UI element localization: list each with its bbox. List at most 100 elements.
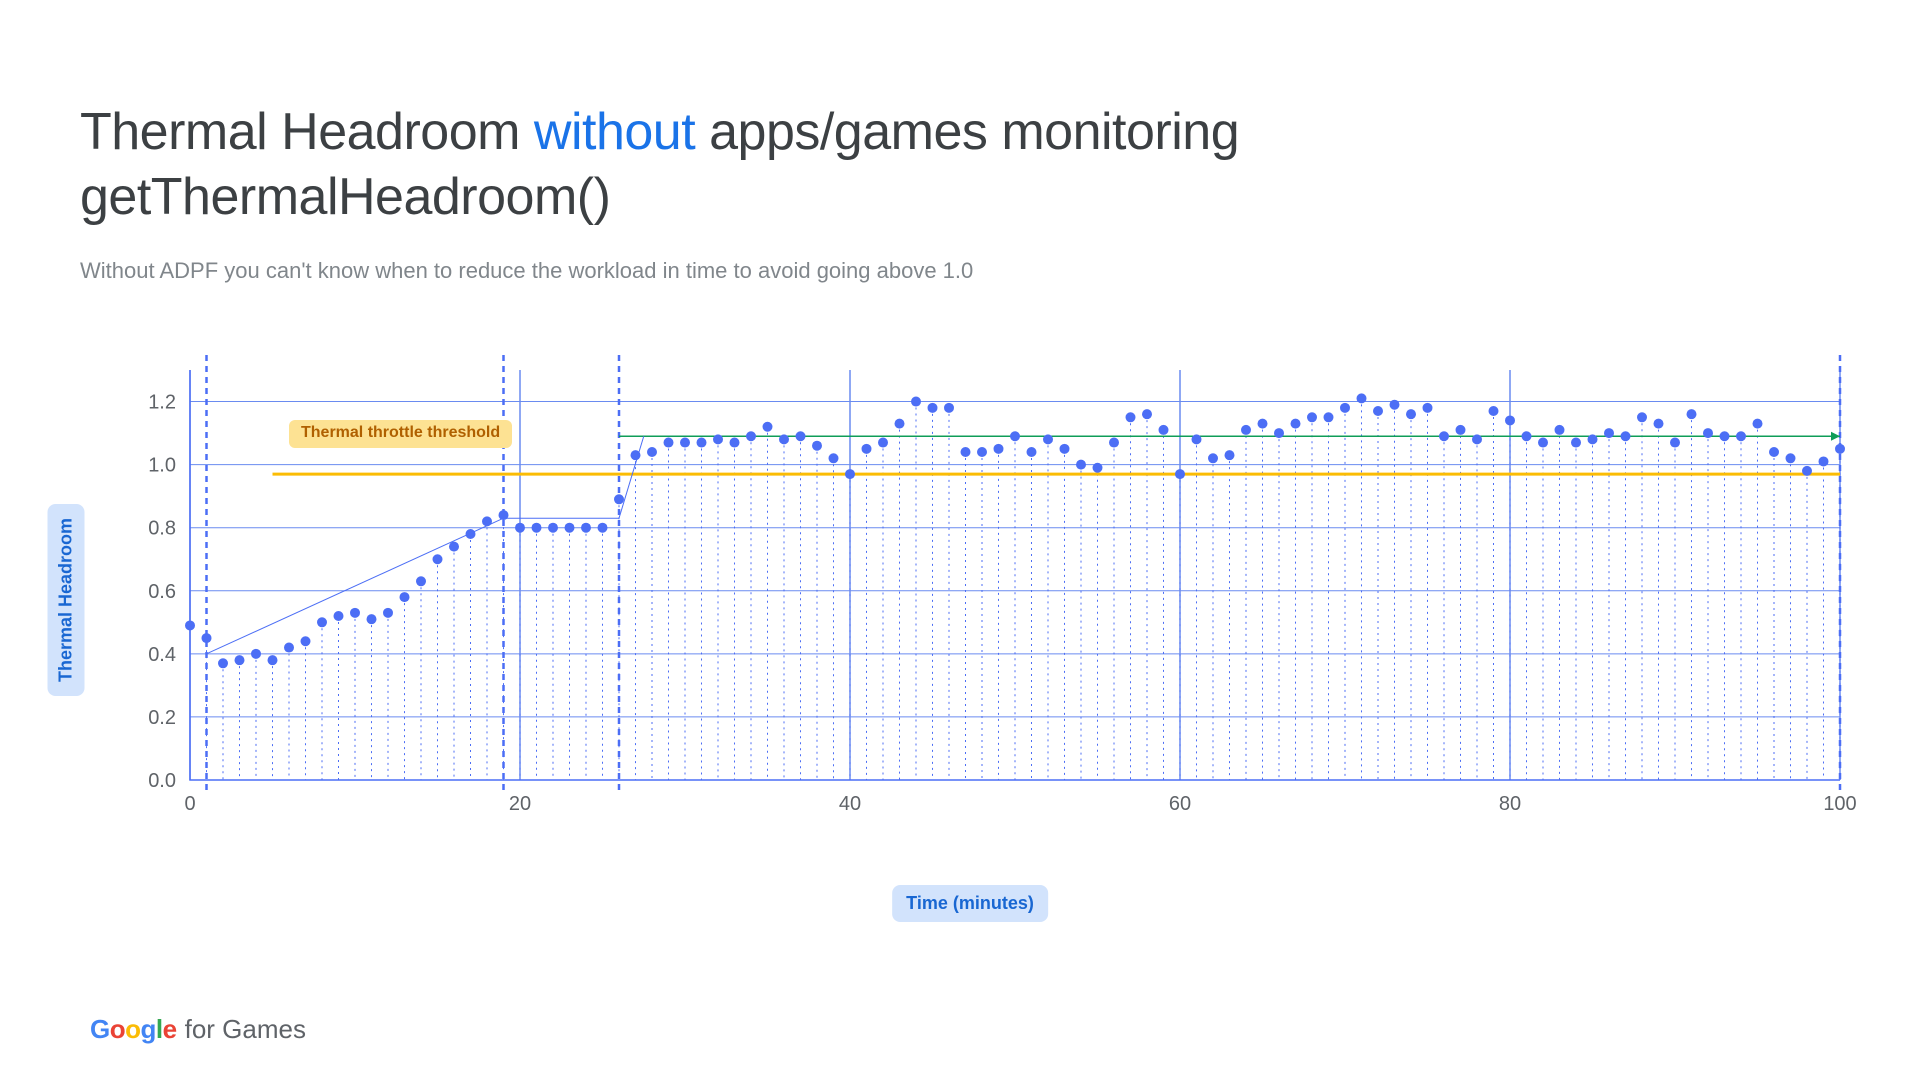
data-point bbox=[1736, 431, 1746, 441]
data-point bbox=[1753, 419, 1763, 429]
data-point bbox=[1324, 412, 1334, 422]
title-highlight: without bbox=[534, 103, 695, 161]
data-point bbox=[697, 438, 707, 448]
data-point bbox=[400, 592, 410, 602]
data-point bbox=[598, 523, 608, 533]
data-point bbox=[746, 431, 756, 441]
data-point bbox=[1720, 431, 1730, 441]
data-point bbox=[1621, 431, 1631, 441]
data-point bbox=[1472, 434, 1482, 444]
data-point bbox=[383, 608, 393, 618]
data-point bbox=[680, 438, 690, 448]
data-point bbox=[565, 523, 575, 533]
chart-container: Thermal Headroom Time (minutes) 0.00.20.… bbox=[90, 370, 1850, 830]
data-point bbox=[1390, 400, 1400, 410]
google-logo: Google bbox=[90, 1014, 177, 1045]
data-point bbox=[202, 633, 212, 643]
x-tick-label: 20 bbox=[509, 793, 531, 815]
y-tick-label: 0.4 bbox=[148, 644, 176, 666]
data-point bbox=[1538, 438, 1548, 448]
data-point bbox=[416, 576, 426, 586]
x-axis-label: Time (minutes) bbox=[892, 885, 1048, 922]
data-point bbox=[1769, 447, 1779, 457]
x-tick-label: 60 bbox=[1169, 793, 1191, 815]
data-point bbox=[433, 554, 443, 564]
data-point bbox=[878, 438, 888, 448]
data-point bbox=[1835, 444, 1845, 454]
data-point bbox=[1670, 438, 1680, 448]
data-point bbox=[895, 419, 905, 429]
data-point bbox=[763, 422, 773, 432]
x-tick-label: 80 bbox=[1499, 793, 1521, 815]
data-point bbox=[1571, 438, 1581, 448]
data-point bbox=[1192, 434, 1202, 444]
data-point bbox=[268, 655, 278, 665]
data-point bbox=[1456, 425, 1466, 435]
y-tick-label: 0.6 bbox=[148, 581, 176, 603]
data-point bbox=[1654, 419, 1664, 429]
data-point bbox=[1357, 393, 1367, 403]
data-point bbox=[911, 397, 921, 407]
data-point bbox=[1060, 444, 1070, 454]
y-tick-label: 0.0 bbox=[148, 770, 176, 792]
y-tick-label: 0.8 bbox=[148, 518, 176, 540]
data-point bbox=[1109, 438, 1119, 448]
data-point bbox=[1027, 447, 1037, 457]
data-point bbox=[1208, 453, 1218, 463]
data-point bbox=[334, 611, 344, 621]
data-point bbox=[812, 441, 822, 451]
data-point bbox=[928, 403, 938, 413]
data-point bbox=[845, 469, 855, 479]
data-point bbox=[829, 453, 839, 463]
data-point bbox=[862, 444, 872, 454]
data-point bbox=[1555, 425, 1565, 435]
data-point bbox=[1159, 425, 1169, 435]
data-point bbox=[499, 510, 509, 520]
data-point bbox=[317, 617, 327, 627]
data-point bbox=[796, 431, 806, 441]
title-prefix: Thermal Headroom bbox=[80, 103, 534, 161]
x-tick-label: 100 bbox=[1823, 793, 1856, 815]
data-point bbox=[1505, 415, 1515, 425]
data-point bbox=[1489, 406, 1499, 416]
data-point bbox=[235, 655, 245, 665]
y-axis-label: Thermal Headroom bbox=[48, 504, 85, 696]
slide-subtitle: Without ADPF you can't know when to redu… bbox=[80, 258, 1480, 284]
data-point bbox=[1637, 412, 1647, 422]
data-point bbox=[1703, 428, 1713, 438]
data-point bbox=[1175, 469, 1185, 479]
data-point bbox=[779, 434, 789, 444]
data-point bbox=[1142, 409, 1152, 419]
data-point bbox=[1010, 431, 1020, 441]
data-point bbox=[466, 529, 476, 539]
data-point bbox=[1604, 428, 1614, 438]
data-point bbox=[1588, 434, 1598, 444]
data-point bbox=[581, 523, 591, 533]
x-tick-label: 0 bbox=[184, 793, 195, 815]
data-point bbox=[1241, 425, 1251, 435]
data-point bbox=[185, 620, 195, 630]
data-point bbox=[251, 649, 261, 659]
data-point bbox=[1522, 431, 1532, 441]
y-tick-label: 0.2 bbox=[148, 707, 176, 729]
data-point bbox=[1340, 403, 1350, 413]
data-point bbox=[977, 447, 987, 457]
data-point bbox=[515, 523, 525, 533]
data-point bbox=[614, 494, 624, 504]
data-point bbox=[532, 523, 542, 533]
data-point bbox=[1439, 431, 1449, 441]
chart-plot: 0.00.20.40.60.81.01.2020406080100 bbox=[190, 370, 1840, 780]
data-point bbox=[301, 636, 311, 646]
data-point bbox=[548, 523, 558, 533]
data-point bbox=[1291, 419, 1301, 429]
data-point bbox=[647, 447, 657, 457]
data-point bbox=[1423, 403, 1433, 413]
data-point bbox=[631, 450, 641, 460]
data-point bbox=[284, 643, 294, 653]
data-point bbox=[1043, 434, 1053, 444]
data-point bbox=[350, 608, 360, 618]
data-point bbox=[994, 444, 1004, 454]
footer-logo: Google for Games bbox=[90, 1014, 306, 1045]
data-point bbox=[1126, 412, 1136, 422]
data-point bbox=[449, 542, 459, 552]
